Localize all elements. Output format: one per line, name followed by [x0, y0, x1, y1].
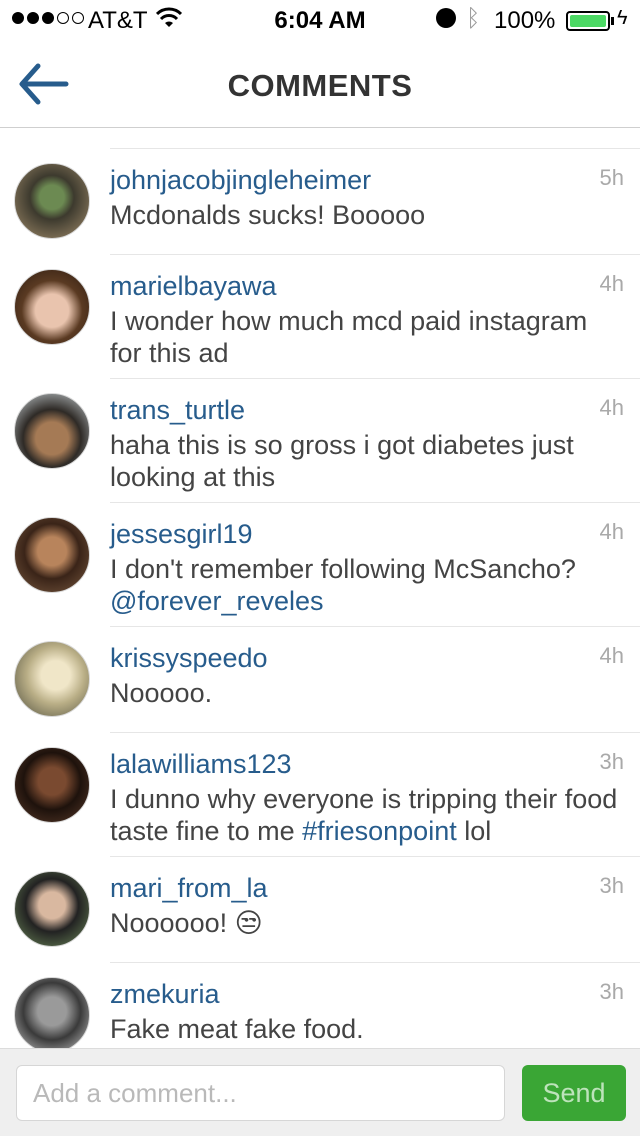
comment-time: 3h: [599, 979, 624, 1004]
comment-time: 5h: [599, 165, 624, 190]
comment-item: krissyspeedo 4h Nooooo.: [0, 627, 640, 733]
avatar[interactable]: [14, 393, 90, 469]
nav-bar: COMMENTS: [0, 40, 640, 128]
comment-item: marielbayawa 4h I wonder how much mcd pa…: [0, 255, 640, 379]
comment-text: I dunno why everyone is tripping their f…: [110, 783, 620, 847]
comment-item: trans_turtle 4h haha this is so gross i …: [0, 379, 640, 503]
comment-time: 3h: [599, 749, 624, 774]
avatar[interactable]: [14, 871, 90, 947]
battery-icon: [566, 11, 610, 31]
comment-text: I wonder how much mcd paid instagram for…: [110, 306, 588, 368]
comment-username[interactable]: zmekuria: [110, 979, 220, 1010]
comment-item: johnjacobjingleheimer 5h Mcdonalds sucks…: [0, 149, 640, 255]
comment-composer: Send: [0, 1048, 640, 1136]
comment-time: 4h: [599, 271, 624, 296]
comment-text: haha this is so gross i got diabetes jus…: [110, 430, 574, 492]
comment-item: lalawilliams123 3h I dunno why everyone …: [0, 733, 640, 857]
bluetooth-icon: ᛒ: [466, 5, 481, 32]
comment-time: 4h: [599, 643, 624, 668]
comment-hashtag[interactable]: #friesonpoint: [302, 816, 457, 846]
comment-mention[interactable]: @forever_reveles: [110, 586, 324, 616]
comment-item: jessesgirl19 4h I don't remember followi…: [0, 503, 640, 627]
alarm-icon: [436, 8, 456, 28]
comment-username[interactable]: krissyspeedo: [110, 643, 268, 674]
comment-text: Mcdonalds sucks! Booooo: [110, 200, 426, 230]
avatar[interactable]: [14, 517, 90, 593]
comment-time: 3h: [599, 873, 624, 898]
comment-text: Fake meat fake food.: [110, 1014, 364, 1044]
comment-input[interactable]: [16, 1065, 505, 1121]
battery-tip: [611, 17, 614, 25]
avatar[interactable]: [14, 269, 90, 345]
charging-icon: ϟ: [617, 7, 628, 29]
comment-time: 4h: [599, 519, 624, 544]
comment-time: 4h: [599, 395, 624, 420]
comment-text: Nooooo.: [110, 678, 213, 708]
comment-text-body: I don't remember following McSancho?: [110, 554, 576, 584]
status-bar: AT&T 6:04 AM ᛒ 100% ϟ: [0, 0, 640, 40]
comment-item: zmekuria 3h Fake meat fake food.: [0, 963, 640, 1048]
comment-username[interactable]: trans_turtle: [110, 395, 245, 426]
avatar[interactable]: [14, 747, 90, 823]
comment-username[interactable]: marielbayawa: [110, 271, 277, 302]
comment-username[interactable]: mari_from_la: [110, 873, 268, 904]
avatar[interactable]: [14, 641, 90, 717]
comment-item: mari_from_la 3h Noooooo! 😒: [0, 857, 640, 963]
comment-text-tail: lol: [456, 816, 492, 846]
comment-username[interactable]: jessesgirl19: [110, 519, 253, 550]
comment-text: I don't remember following McSancho? @fo…: [110, 553, 620, 617]
comment-text: Noooooo! 😒: [110, 908, 263, 938]
page-title: COMMENTS: [227, 68, 413, 103]
avatar[interactable]: [14, 163, 90, 239]
comment-list[interactable]: johnjacobjingleheimer 5h Mcdonalds sucks…: [0, 129, 640, 1048]
comment-username[interactable]: lalawilliams123: [110, 749, 292, 780]
comment-username[interactable]: johnjacobjingleheimer: [110, 165, 371, 196]
send-button[interactable]: Send: [522, 1065, 626, 1121]
avatar[interactable]: [14, 977, 90, 1048]
battery-percent: 100%: [494, 7, 556, 34]
